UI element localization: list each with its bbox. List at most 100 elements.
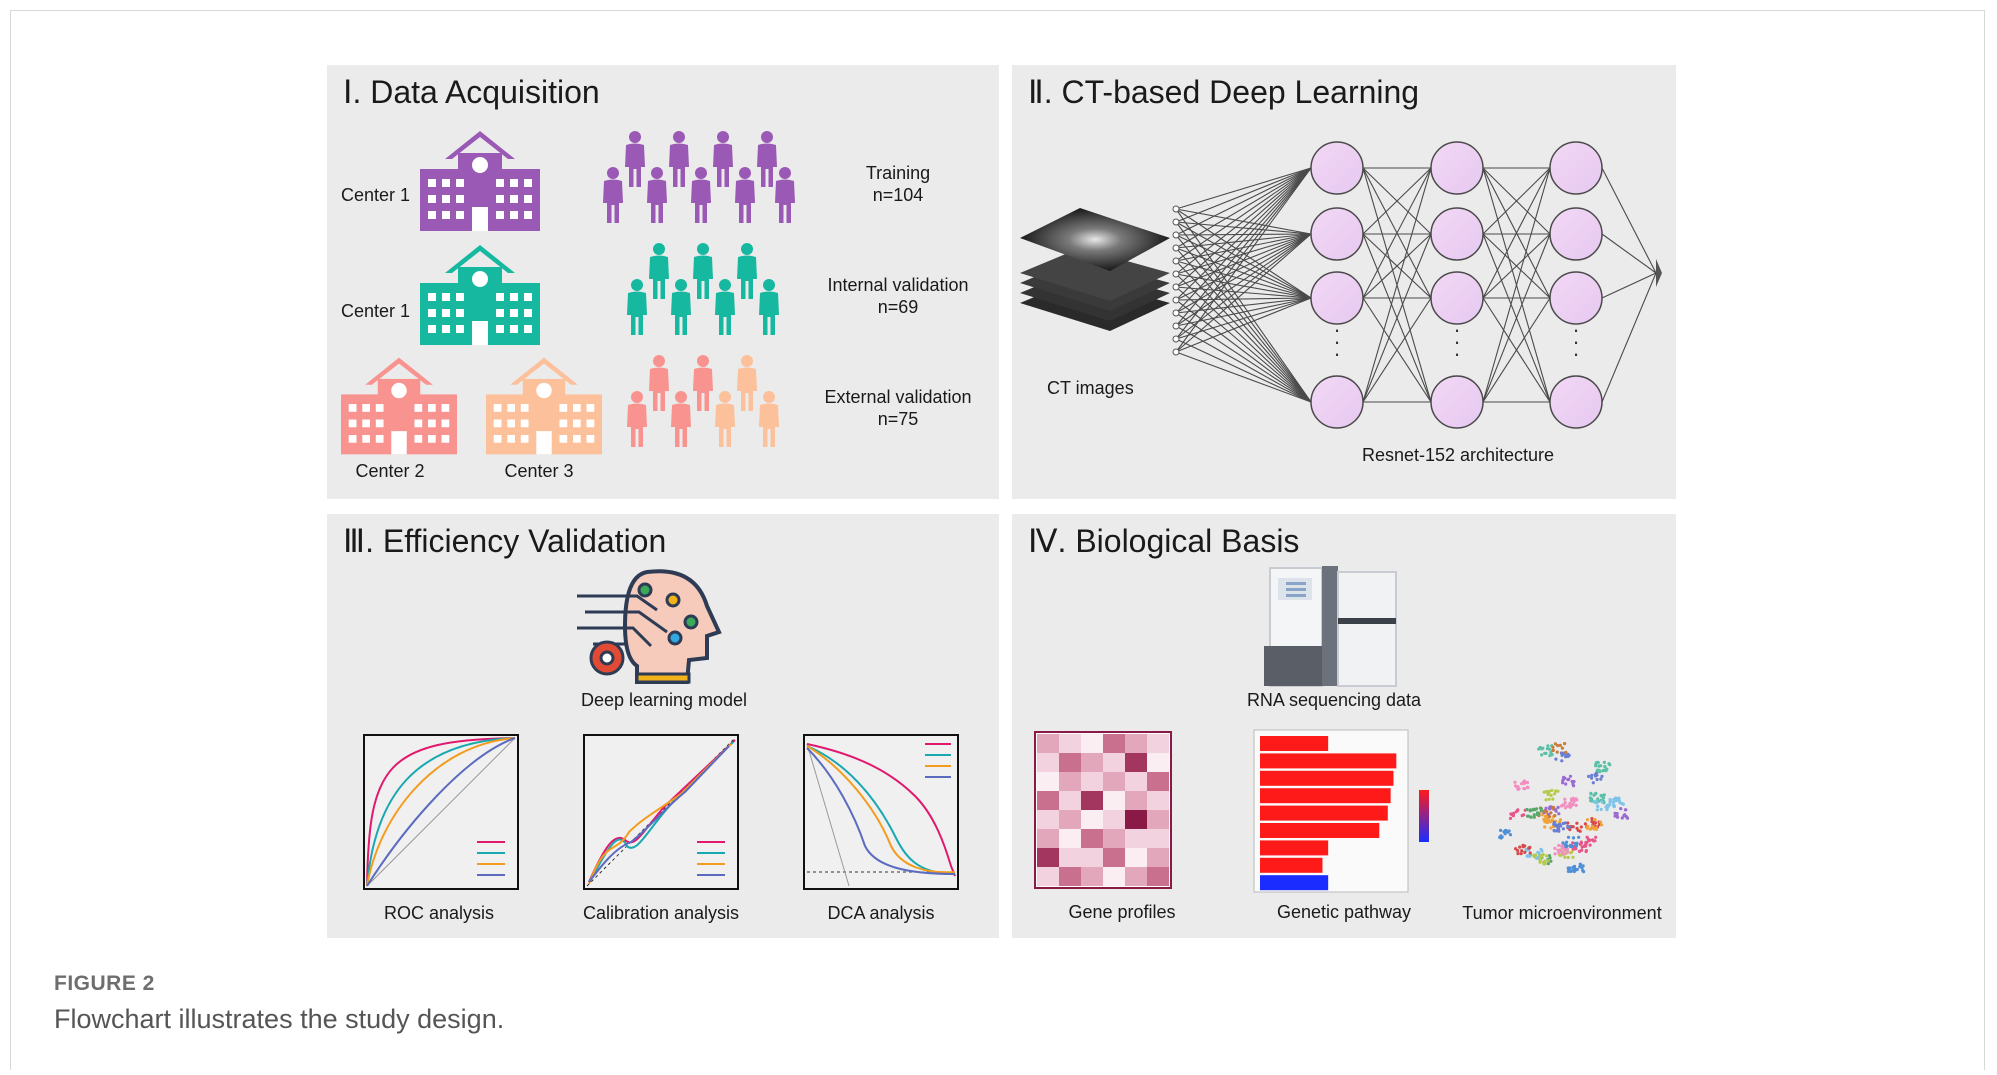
heatmap-cell bbox=[1081, 753, 1103, 772]
cell-point bbox=[1543, 825, 1547, 829]
cell-point bbox=[1551, 748, 1555, 752]
hidden-node bbox=[1549, 375, 1603, 429]
cell-point bbox=[1546, 744, 1550, 748]
cell-point bbox=[1523, 844, 1527, 848]
cell-point bbox=[1572, 797, 1576, 801]
hidden-node bbox=[1430, 141, 1484, 195]
cell-point bbox=[1586, 824, 1590, 828]
output-node bbox=[1656, 259, 1662, 287]
heatmap-cell bbox=[1103, 753, 1125, 772]
cell-point bbox=[1544, 751, 1548, 755]
cell-point bbox=[1596, 804, 1600, 808]
tme-label: Tumor microenvironment bbox=[1462, 903, 1662, 923]
cell-point bbox=[1565, 850, 1569, 854]
dca-label: DCA analysis bbox=[827, 903, 935, 923]
pathway-bar bbox=[1260, 736, 1329, 751]
cell-point bbox=[1568, 805, 1572, 809]
cell-point bbox=[1595, 773, 1599, 777]
cell-point bbox=[1558, 818, 1563, 822]
color-scale-bar bbox=[1419, 790, 1429, 842]
training-n: n=104 bbox=[872, 185, 924, 205]
hidden-node bbox=[1310, 375, 1364, 429]
cell-point bbox=[1553, 814, 1557, 818]
cell-point bbox=[1535, 813, 1540, 817]
cell-point bbox=[1588, 843, 1592, 847]
cell-point bbox=[1548, 805, 1552, 809]
cell-point bbox=[1553, 792, 1557, 796]
pathway-label: Genetic pathway bbox=[1276, 902, 1412, 922]
cell-point bbox=[1555, 750, 1559, 754]
cell-point bbox=[1563, 797, 1567, 801]
cell-point bbox=[1582, 844, 1586, 848]
cell-point bbox=[1571, 836, 1576, 840]
heatmap-cell bbox=[1037, 848, 1059, 867]
hidden-node bbox=[1310, 141, 1364, 195]
cell-point bbox=[1579, 841, 1583, 845]
cell-point bbox=[1523, 779, 1527, 783]
heatmap-cell bbox=[1037, 791, 1059, 810]
heatmap-cell bbox=[1103, 772, 1125, 791]
people-group-icon bbox=[627, 243, 779, 335]
heatmap-cell bbox=[1125, 753, 1147, 772]
heatmap-cell bbox=[1125, 772, 1147, 791]
cell-point bbox=[1585, 841, 1589, 845]
cell-point bbox=[1591, 781, 1595, 785]
cell-point bbox=[1540, 753, 1544, 757]
heatmap-cell bbox=[1059, 772, 1081, 791]
cell-point bbox=[1526, 786, 1530, 790]
cell-point bbox=[1617, 799, 1621, 803]
cell-point bbox=[1527, 846, 1531, 850]
cell-point bbox=[1560, 746, 1564, 750]
cell-point bbox=[1528, 851, 1532, 855]
cell-point bbox=[1523, 850, 1527, 854]
cell-point bbox=[1547, 789, 1551, 794]
input-node bbox=[1172, 296, 1180, 304]
cell-point bbox=[1561, 803, 1565, 807]
input-node bbox=[1172, 244, 1180, 252]
cell-point bbox=[1580, 866, 1584, 870]
cell-point bbox=[1593, 821, 1598, 825]
input-node bbox=[1172, 322, 1180, 330]
panel-data-acquisition: Ⅰ. Data Acquisition Center 1 Center 1 Ce… bbox=[327, 65, 999, 499]
cell-point bbox=[1522, 786, 1526, 791]
cell-point bbox=[1568, 844, 1572, 848]
cell-point bbox=[1597, 768, 1601, 772]
cell-point bbox=[1549, 859, 1553, 863]
cell-point bbox=[1556, 805, 1560, 809]
heatmap-cell bbox=[1147, 848, 1169, 867]
cell-point bbox=[1572, 784, 1576, 788]
ellipsis-dots: ··· bbox=[1453, 317, 1460, 366]
cell-point bbox=[1622, 814, 1626, 818]
cell-point bbox=[1561, 827, 1565, 831]
heatmap-cell bbox=[1059, 753, 1081, 772]
cell-point bbox=[1552, 820, 1556, 825]
panel-biological-basis: Ⅳ. Biological Basis RNA sequencing data … bbox=[1012, 514, 1676, 938]
cell-point bbox=[1538, 860, 1542, 864]
ellipsis-dots: ··· bbox=[1333, 317, 1340, 366]
cell-point bbox=[1548, 815, 1552, 819]
heatmap-cell bbox=[1059, 810, 1081, 829]
cell-point bbox=[1567, 777, 1571, 781]
cell-point bbox=[1605, 808, 1609, 812]
cell-point bbox=[1508, 816, 1513, 820]
pathway-bar-chart bbox=[1253, 729, 1429, 893]
people-group-icon bbox=[603, 131, 795, 223]
cell-point bbox=[1576, 828, 1580, 832]
cell-point bbox=[1515, 785, 1519, 789]
heatmap-cell bbox=[1059, 791, 1081, 810]
cell-point bbox=[1570, 850, 1574, 854]
cell-point bbox=[1600, 800, 1604, 804]
cell-point bbox=[1526, 814, 1530, 818]
cell-point bbox=[1551, 797, 1555, 801]
cell-point bbox=[1608, 800, 1612, 805]
cell-point bbox=[1560, 844, 1564, 848]
cell-point bbox=[1551, 745, 1555, 749]
heatmap-cell bbox=[1059, 829, 1081, 848]
cell-point bbox=[1553, 852, 1557, 856]
hospital-icon bbox=[420, 131, 540, 231]
hidden-node bbox=[1310, 207, 1364, 261]
cell-point bbox=[1625, 815, 1629, 820]
input-node bbox=[1172, 218, 1180, 226]
internal-name: Internal validation bbox=[827, 275, 969, 295]
cell-point bbox=[1593, 800, 1597, 804]
